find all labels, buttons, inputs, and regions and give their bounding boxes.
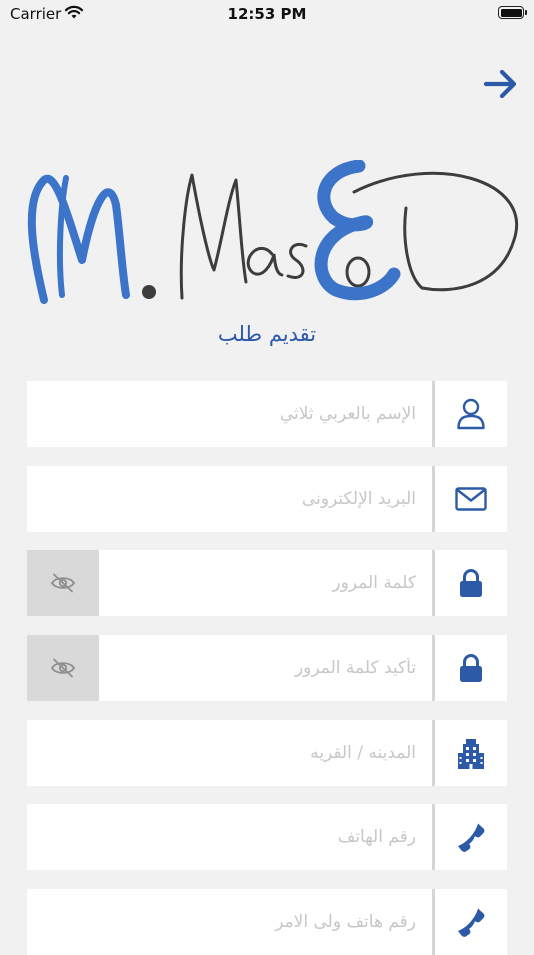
eye-slash-icon <box>50 573 76 593</box>
city-field-row <box>27 720 507 786</box>
envelope-icon <box>455 487 487 511</box>
person-icon-box <box>435 381 507 447</box>
battery-icon <box>498 6 527 19</box>
lock-icon <box>460 569 482 597</box>
envelope-icon-box <box>435 466 507 532</box>
person-icon <box>457 398 485 430</box>
phone-input[interactable] <box>27 804 432 870</box>
clock: 12:53 PM <box>227 5 307 23</box>
email-field-row <box>27 466 507 532</box>
lock-icon-box <box>435 550 507 616</box>
confirm-password-input[interactable] <box>99 635 432 701</box>
password-field-row <box>27 550 507 616</box>
building-icon-box <box>435 720 507 786</box>
guardian-phone-input[interactable] <box>27 889 432 955</box>
guardian-phone-field-row <box>27 889 507 955</box>
arrow-right-icon[interactable] <box>482 66 520 102</box>
email-input[interactable] <box>27 466 432 532</box>
confirm-password-field-row <box>27 635 507 701</box>
phone-icon-box <box>435 889 507 955</box>
password-input[interactable] <box>99 550 432 616</box>
lock-icon-box <box>435 635 507 701</box>
page-title: تقديم طلب <box>217 322 317 346</box>
phone-field-row <box>27 804 507 870</box>
eye-slash-icon <box>50 658 76 678</box>
full-name-field-row <box>27 381 507 447</box>
full-name-input[interactable] <box>27 381 432 447</box>
building-icon <box>458 739 484 769</box>
city-input[interactable] <box>27 720 432 786</box>
phone-icon <box>458 823 485 852</box>
phone-icon <box>458 908 485 937</box>
status-bar: Carrier 12:53 PM <box>0 0 534 30</box>
phone-icon-box <box>435 804 507 870</box>
confirm-password-visibility-toggle[interactable] <box>27 635 99 701</box>
password-visibility-toggle[interactable] <box>27 550 99 616</box>
logo <box>27 160 518 304</box>
lock-icon <box>460 654 482 682</box>
